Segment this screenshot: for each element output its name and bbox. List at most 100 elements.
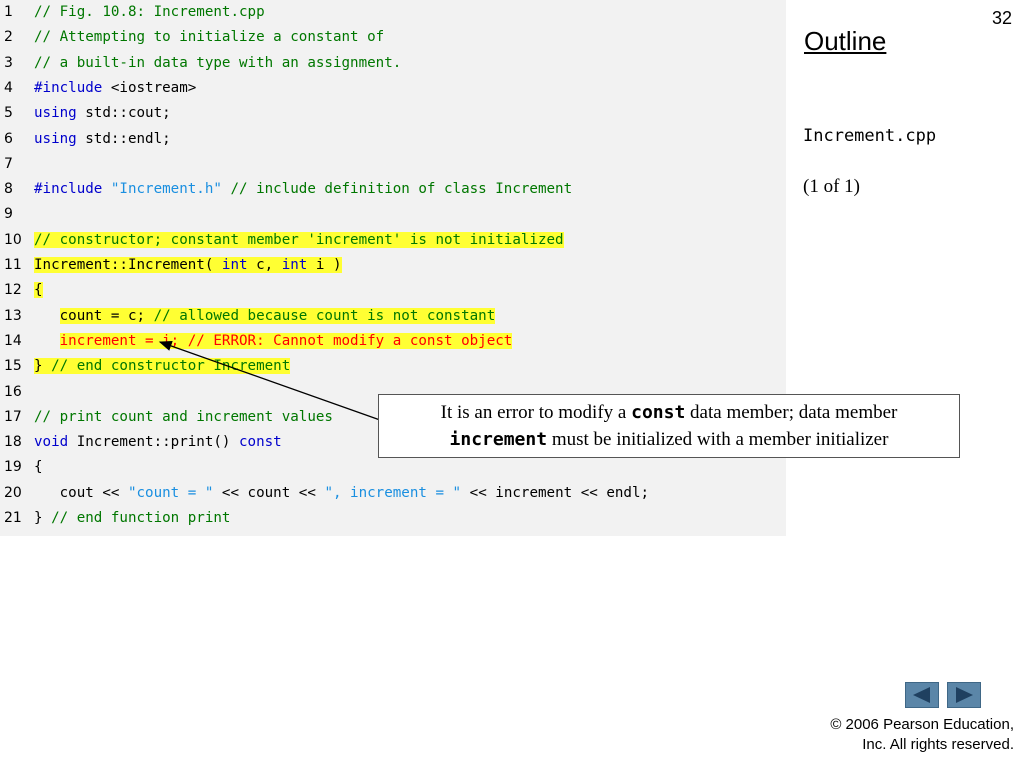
code-token: void bbox=[34, 434, 69, 451]
callout-note: It is an error to modify a const data me… bbox=[378, 394, 960, 458]
code-token: << increment << endl; bbox=[461, 484, 650, 501]
callout-text-3: must be initialized with a member initia… bbox=[547, 429, 889, 450]
code-line: 14 increment = i; // ERROR: Cannot modif… bbox=[0, 329, 786, 354]
code-text: // Fig. 10.8: Increment.cpp bbox=[34, 0, 265, 25]
line-number: 21 bbox=[4, 510, 22, 526]
code-text: cout << "count = " << count << ", increm… bbox=[34, 481, 649, 506]
line-number: 17 bbox=[4, 408, 22, 425]
code-token: } bbox=[34, 358, 43, 375]
line-number: 6 bbox=[4, 130, 13, 147]
code-text: // print count and increment values bbox=[34, 405, 333, 430]
triangle-right-icon bbox=[956, 687, 973, 703]
code-text: Increment::Increment( int c, int i ) bbox=[34, 253, 342, 278]
code-text: // constructor; constant member 'increme… bbox=[34, 228, 564, 253]
code-text: { bbox=[34, 278, 43, 303]
code-text: // a built-in data type with an assignme… bbox=[34, 51, 401, 76]
slide-number: 32 bbox=[991, 8, 1012, 28]
triangle-left-icon bbox=[913, 687, 930, 703]
code-token: { bbox=[34, 459, 43, 476]
code-token: } bbox=[34, 510, 43, 526]
code-token: << count << bbox=[213, 484, 325, 501]
code-text: using std::cout; bbox=[34, 101, 171, 126]
line-number: 14 bbox=[4, 332, 22, 349]
code-token: const bbox=[239, 434, 282, 451]
code-text: { bbox=[34, 455, 43, 480]
line-number: 1 bbox=[4, 4, 13, 20]
code-line: 3 // a built-in data type with an assignm… bbox=[0, 51, 786, 76]
code-token: #include bbox=[34, 79, 103, 96]
code-token: std::cout; bbox=[76, 105, 171, 122]
code-token: // constructor; constant member 'increme… bbox=[34, 231, 564, 248]
code-token: { bbox=[34, 282, 43, 299]
code-text: increment = i; // ERROR: Cannot modify a… bbox=[34, 329, 513, 354]
code-line: 10 // constructor; constant member 'incre… bbox=[0, 228, 786, 253]
code-token: Increment::print() bbox=[68, 434, 240, 451]
code-line: 12 { bbox=[0, 278, 786, 303]
code-token: // Fig. 10.8: Increment.cpp bbox=[34, 4, 265, 20]
code-line: 9 bbox=[0, 202, 786, 227]
callout-code-increment: increment bbox=[449, 429, 548, 450]
file-title: Increment.cpp bbox=[803, 126, 937, 146]
line-number: 9 bbox=[4, 206, 13, 223]
code-token: std::endl; bbox=[76, 130, 171, 147]
code-line: 6 using std::endl; bbox=[0, 127, 786, 152]
line-number: 3 bbox=[4, 54, 13, 71]
line-number: 8 bbox=[4, 181, 13, 198]
line-number: 5 bbox=[4, 105, 13, 122]
code-text: } // end constructor Increment bbox=[34, 354, 291, 379]
code-line: 21} // end function print bbox=[0, 506, 786, 531]
code-text: using std::endl; bbox=[34, 127, 171, 152]
code-line: 2 // Attempting to initialize a constant … bbox=[0, 25, 786, 50]
code-line: 11 Increment::Increment( int c, int i ) bbox=[0, 253, 786, 278]
line-number: 18 bbox=[4, 434, 22, 451]
code-token: <iostream> bbox=[102, 79, 197, 96]
code-token: cout << bbox=[34, 484, 128, 501]
code-line: 7 bbox=[0, 152, 786, 177]
line-number: 16 bbox=[4, 383, 22, 400]
code-token: // end function print bbox=[42, 510, 231, 526]
code-text: void Increment::print() const bbox=[34, 430, 282, 455]
code-token: using bbox=[34, 130, 77, 147]
code-token: int bbox=[221, 257, 248, 273]
code-token: // print count and increment values bbox=[34, 408, 333, 425]
code-text: // Attempting to initialize a constant o… bbox=[34, 25, 384, 50]
code-token: // allowed because count is not constant bbox=[153, 307, 496, 324]
code-token: count = c; bbox=[59, 307, 154, 324]
callout-text-1: It is an error to modify a bbox=[440, 402, 632, 423]
line-number: 19 bbox=[4, 459, 22, 476]
next-slide-button[interactable] bbox=[947, 682, 981, 708]
code-token: Increment::Increment( bbox=[34, 257, 222, 273]
code-line: 1 // Fig. 10.8: Increment.cpp bbox=[0, 0, 786, 25]
page-info: (1 of 1) bbox=[803, 176, 860, 197]
code-token: i ) bbox=[307, 257, 342, 273]
code-line: 13 count = c; // allowed because count i… bbox=[0, 304, 786, 329]
code-token: int bbox=[281, 257, 308, 273]
code-text: #include "Increment.h" // include defini… bbox=[34, 177, 572, 202]
line-number: 11 bbox=[4, 257, 22, 273]
code-token: // Attempting to initialize a constant o… bbox=[34, 29, 385, 46]
code-text: #include <iostream> bbox=[34, 76, 196, 101]
line-number: 7 bbox=[4, 155, 13, 172]
outline-link[interactable]: Outline bbox=[804, 26, 886, 57]
line-number: 20 bbox=[4, 484, 22, 501]
code-token: // end constructor Increment bbox=[42, 358, 291, 375]
code-token: "count = " bbox=[127, 484, 214, 501]
copyright-line-2: Inc. All rights reserved. bbox=[862, 736, 1014, 753]
line-number: 15 bbox=[4, 358, 22, 375]
code-token: increment = i; // ERROR: Cannot modify a… bbox=[59, 332, 513, 349]
line-number: 4 bbox=[4, 79, 13, 96]
code-line: 20 cout << "count = " << count << ", inc… bbox=[0, 481, 786, 506]
code-line: 15} // end constructor Increment bbox=[0, 354, 786, 379]
callout-text-2: data member; data member bbox=[685, 402, 898, 423]
copyright-line-1: © 2006 Pearson Education, bbox=[830, 716, 1014, 733]
code-line: 8 #include "Increment.h" // include defin… bbox=[0, 177, 786, 202]
line-number: 13 bbox=[4, 307, 22, 324]
code-line: 5 using std::cout; bbox=[0, 101, 786, 126]
line-number: 2 bbox=[4, 29, 13, 46]
prev-slide-button[interactable] bbox=[905, 682, 939, 708]
code-token: c, bbox=[247, 257, 282, 273]
code-token: // a built-in data type with an assignme… bbox=[34, 54, 402, 71]
